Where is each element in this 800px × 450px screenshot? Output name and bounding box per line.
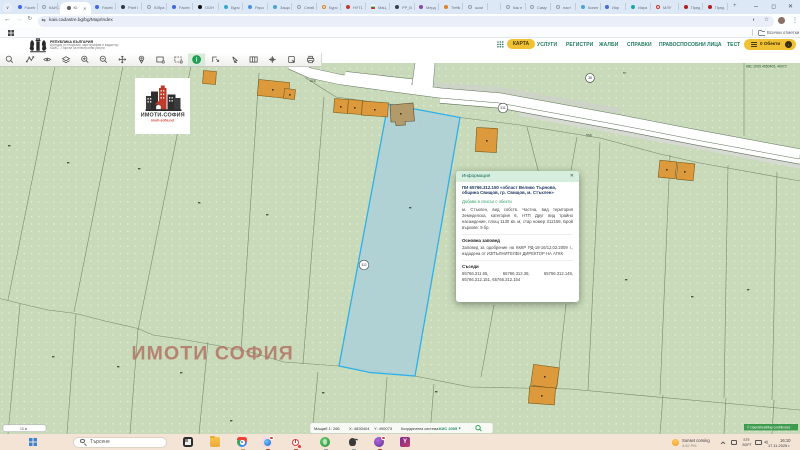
svg-text:Координатна система:: Координатна система: (401, 427, 439, 431)
svg-text:КВС 2005 4650405, 46073: КВС 2005 4650405, 46073 (746, 65, 787, 69)
svg-text:311: 311 (500, 106, 506, 110)
svg-text:▼: ▼ (458, 427, 461, 431)
svg-text:© OpenStreetMap contributors: © OpenStreetMap contributors (747, 426, 791, 430)
svg-text:X: 4830404: X: 4830404 (349, 426, 370, 431)
svg-text:616: 616 (310, 79, 316, 83)
svg-text:КИС 2005: КИС 2005 (439, 426, 458, 431)
svg-text:598: 598 (586, 134, 592, 138)
svg-text:imoti-sofia.net: imoti-sofia.net (151, 119, 175, 123)
svg-text:вр: вр (623, 71, 627, 75)
svg-text:ИМОТИ СОФИЯ: ИМОТИ СОФИЯ (132, 343, 294, 365)
svg-text:312: 312 (361, 263, 367, 267)
svg-text:10 м: 10 м (20, 427, 28, 431)
svg-text:Мащаб 1: 266: Мащаб 1: 266 (314, 426, 340, 431)
svg-text:38: 38 (588, 76, 592, 80)
svg-text:Y: 490073: Y: 490073 (374, 426, 393, 431)
